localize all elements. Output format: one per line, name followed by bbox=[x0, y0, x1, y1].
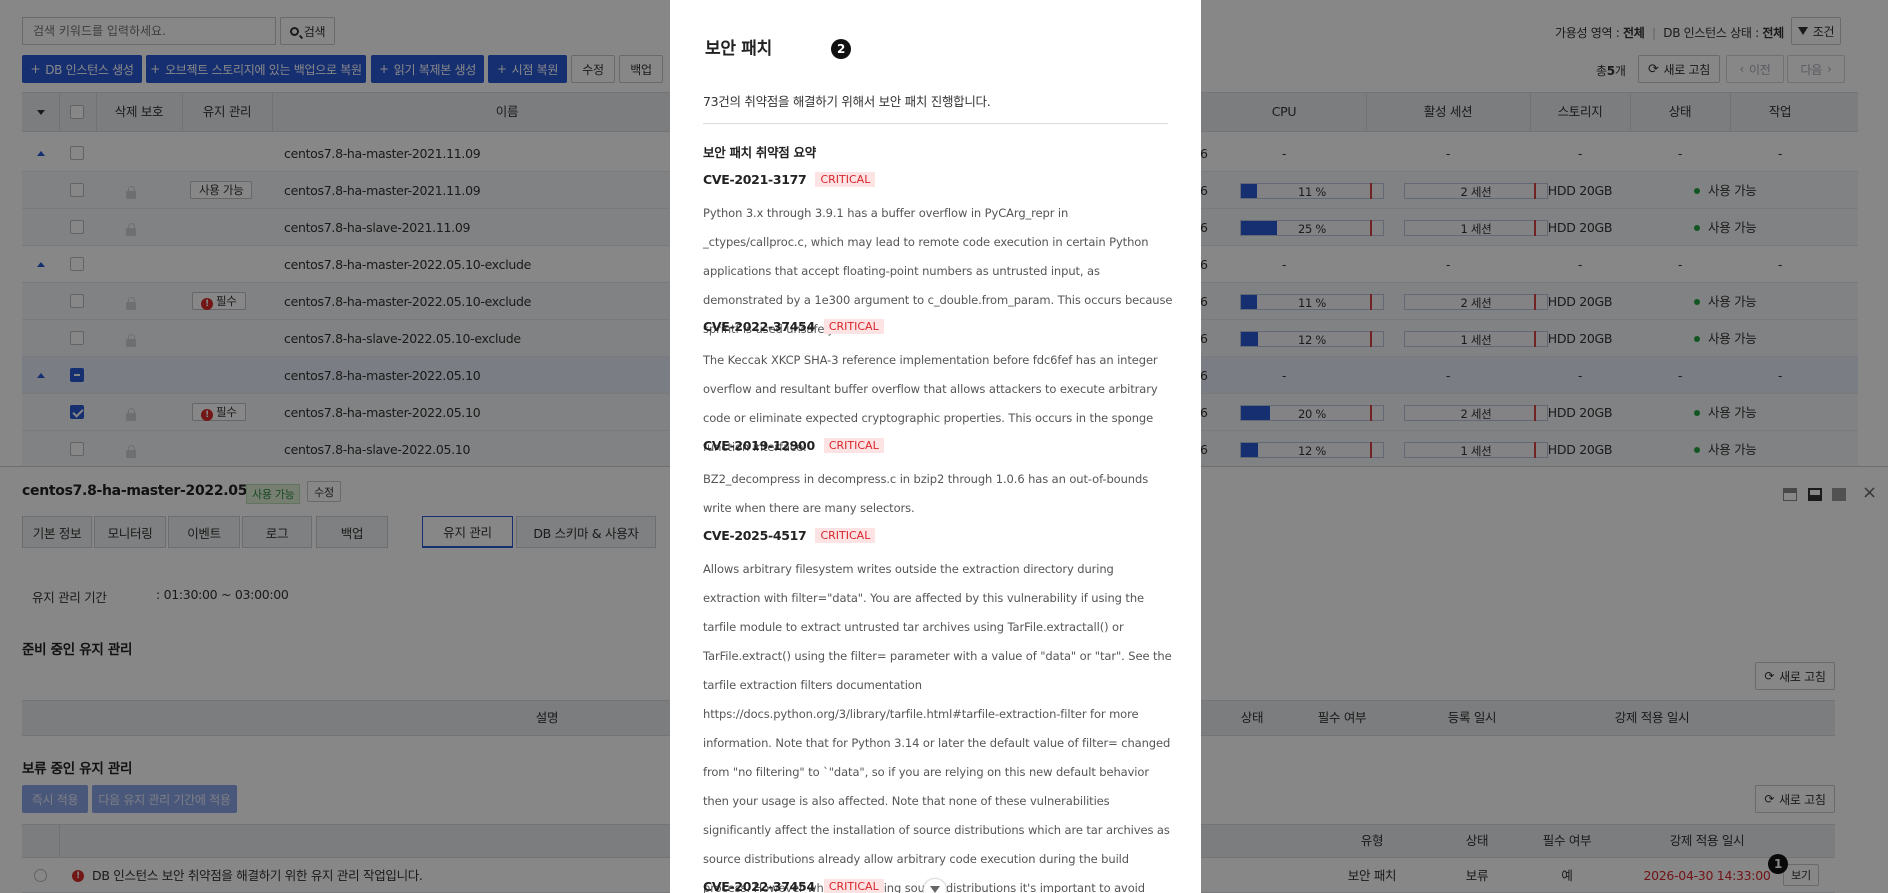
modal-intro: 73건의 취약점을 해결하기 위해서 보안 패치 진행합니다. bbox=[703, 94, 991, 109]
vuln-heading: CVE-2025-4517 CRITICAL bbox=[703, 528, 876, 543]
vuln-heading: CVE-2022-37454 CRITICAL bbox=[703, 319, 884, 334]
vuln-heading: CVE-2022-37454 CRITICAL bbox=[703, 879, 884, 893]
vuln-id: CVE-2022-37454 bbox=[703, 319, 815, 334]
vuln-id: CVE-2019-12900 bbox=[703, 438, 815, 453]
vuln-description: Allows arbitrary filesystem writes outsi… bbox=[703, 562, 1172, 893]
security-patch-modal: 보안 패치 2 73건의 취약점을 해결하기 위해서 보안 패치 진행합니다. … bbox=[670, 0, 1201, 893]
severity-badge: CRITICAL bbox=[815, 528, 876, 543]
modal-title: 보안 패치 bbox=[705, 39, 772, 59]
marker-2-badge: 2 bbox=[831, 39, 851, 59]
vuln-id: CVE-2022-37454 bbox=[703, 879, 815, 893]
modal-summary-title: 보안 패치 취약점 요약 bbox=[703, 145, 816, 160]
vuln-description: BZ2_decompress in decompress.c in bzip2 … bbox=[703, 472, 1149, 515]
vuln-id: CVE-2021-3177 bbox=[703, 172, 807, 187]
vuln-heading: CVE-2019-12900 CRITICAL bbox=[703, 438, 884, 453]
modal-divider bbox=[703, 123, 1168, 124]
severity-badge: CRITICAL bbox=[823, 319, 884, 334]
vuln-heading: CVE-2021-3177 CRITICAL bbox=[703, 172, 876, 187]
severity-badge: CRITICAL bbox=[815, 172, 876, 187]
severity-badge: CRITICAL bbox=[823, 438, 884, 453]
severity-badge: CRITICAL bbox=[823, 879, 884, 893]
vuln-id: CVE-2025-4517 bbox=[703, 528, 807, 543]
